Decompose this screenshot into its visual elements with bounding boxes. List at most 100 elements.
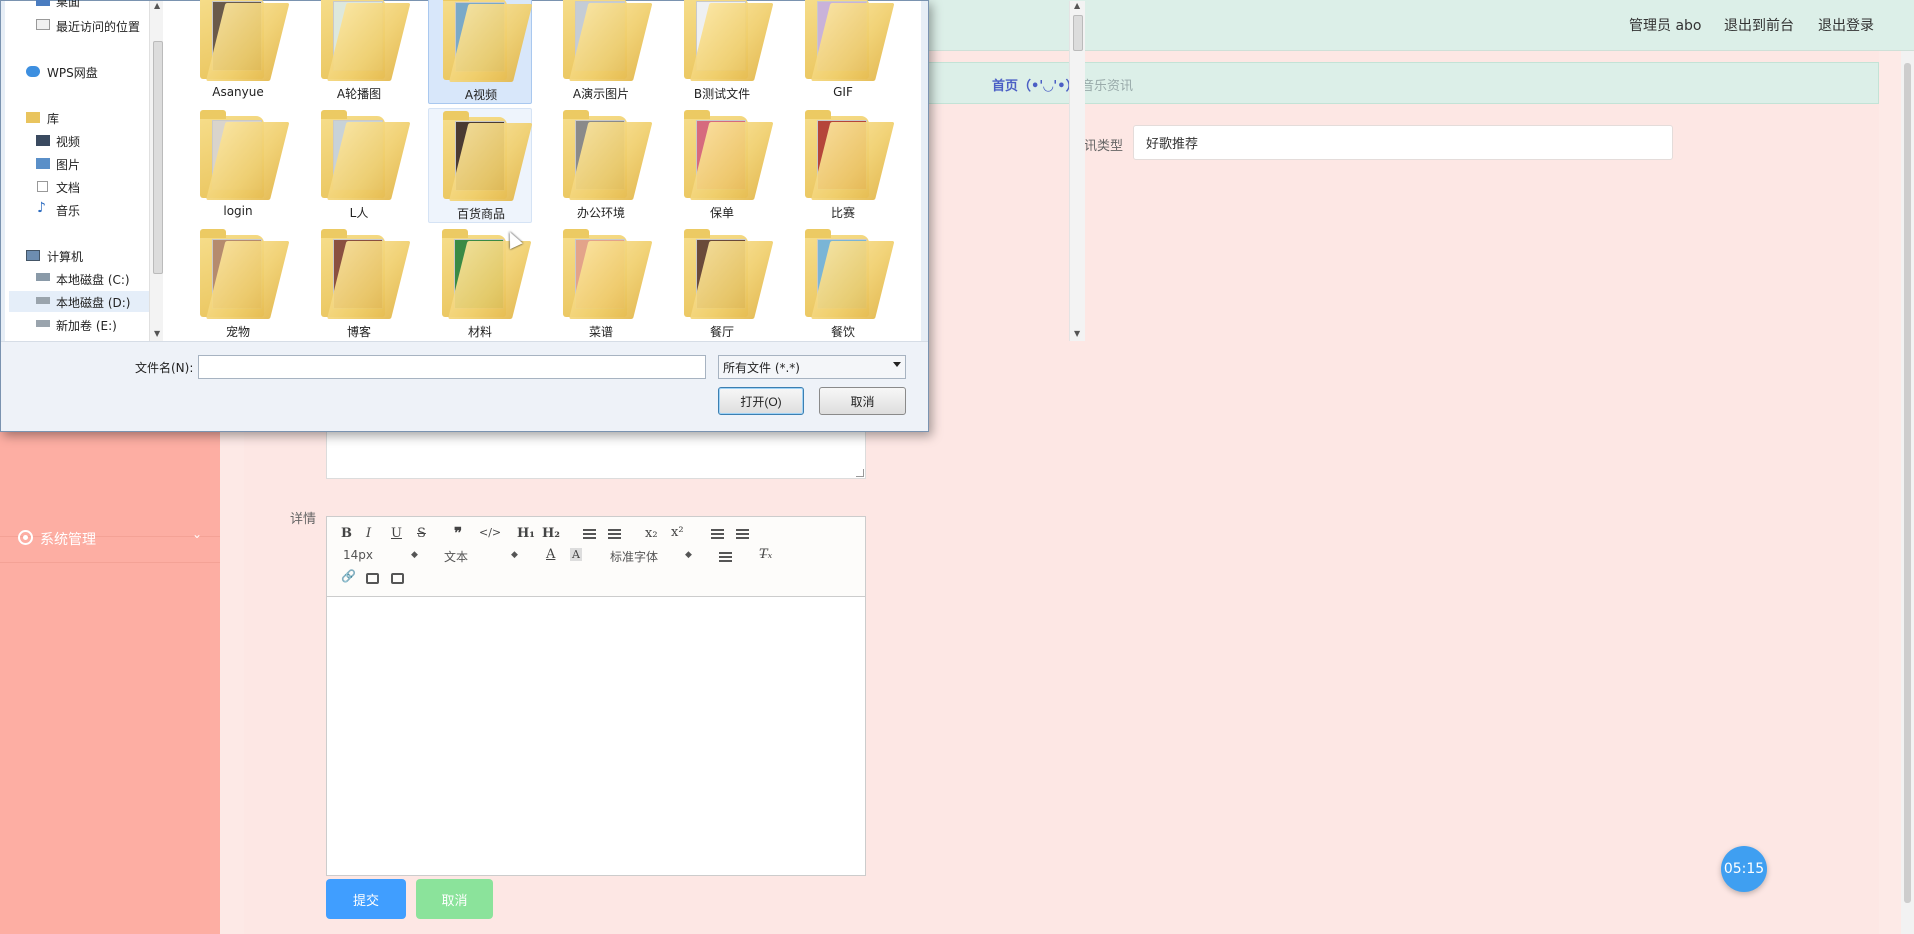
- folder-item[interactable]: 菜谱: [549, 227, 653, 342]
- strike-icon[interactable]: S: [417, 526, 426, 541]
- scroll-up-icon[interactable]: ▲: [1074, 1, 1080, 10]
- nav-item-wps-cloud[interactable]: WPS网盘: [47, 64, 98, 81]
- recent-places-icon: [36, 19, 50, 30]
- type-input[interactable]: 好歌推荐: [1133, 125, 1673, 160]
- bullet-list-icon[interactable]: [608, 529, 621, 539]
- folder-name: 博客: [346, 325, 371, 339]
- folder-item[interactable]: L人: [307, 108, 411, 223]
- file-list-scrollbar[interactable]: ▲ ▼: [1069, 1, 1085, 341]
- pictures-icon: [36, 158, 50, 169]
- italic-icon[interactable]: I: [366, 526, 371, 541]
- detail-label: 详情: [290, 512, 317, 527]
- nav-item-library[interactable]: 库: [47, 110, 59, 127]
- video-icon[interactable]: [391, 573, 404, 584]
- nav-item-recent[interactable]: 最近访问的位置: [56, 18, 140, 35]
- filename-input[interactable]: [198, 355, 706, 379]
- page-scrollbar-thumb[interactable]: [1904, 63, 1911, 903]
- folder-item[interactable]: 百货商品: [428, 108, 533, 223]
- superscript-icon[interactable]: x²: [671, 525, 684, 540]
- scroll-up-icon[interactable]: ▲: [154, 1, 160, 10]
- dialog-cancel-button[interactable]: 取消: [819, 387, 906, 415]
- outdent-icon[interactable]: [711, 529, 724, 539]
- folder-item[interactable]: login: [186, 108, 290, 223]
- nav-item-computer[interactable]: 计算机: [47, 248, 83, 265]
- blockquote-icon[interactable]: ❞: [454, 524, 462, 542]
- nav-item-pictures[interactable]: 图片: [56, 156, 80, 173]
- breadcrumb-current: 音乐资讯: [1081, 79, 1134, 94]
- sidebar-item-system-management[interactable]: 系统管理 ⌄: [0, 511, 220, 563]
- folder-item[interactable]: 比赛: [791, 108, 895, 223]
- timer-badge[interactable]: 05:15: [1721, 846, 1767, 892]
- font-size-caret-icon: ◆: [411, 550, 418, 560]
- navigation-pane: 桌面 最近访问的位置 WPS网盘 库 视频 图片 文档 ♪ 音乐 计算机 本地磁…: [5, 0, 165, 341]
- folder-item[interactable]: 保单: [670, 108, 774, 223]
- sidebar-item-label: 系统管理: [40, 532, 96, 548]
- underline-icon[interactable]: U: [391, 526, 402, 541]
- folder-item[interactable]: 餐饮: [791, 227, 895, 342]
- folder-item[interactable]: B测试文件: [670, 0, 774, 104]
- submit-button[interactable]: 提交: [326, 879, 406, 919]
- gear-icon: [18, 530, 33, 545]
- open-button[interactable]: 打开(O): [718, 387, 804, 415]
- breadcrumb-home[interactable]: 首页（•'◡'•）: [992, 75, 1079, 94]
- folder-item[interactable]: A演示图片: [549, 0, 653, 104]
- subscript-icon[interactable]: x₂: [645, 526, 658, 541]
- block-format-select[interactable]: 文本: [444, 548, 468, 565]
- filename-label: 文件名(N):: [135, 361, 194, 375]
- h1-icon[interactable]: H₁: [517, 526, 535, 541]
- folder-item[interactable]: 宠物: [186, 227, 290, 342]
- scroll-down-icon[interactable]: ▼: [154, 329, 160, 338]
- folder-item[interactable]: A轮播图: [307, 0, 411, 104]
- exit-to-front-link[interactable]: 退出到前台: [1724, 15, 1794, 35]
- folder-name: 办公环境: [576, 206, 625, 220]
- nav-item-music[interactable]: 音乐: [56, 202, 80, 219]
- nav-item-drive-e[interactable]: 新加卷 (E:): [56, 317, 117, 334]
- filetype-select[interactable]: 所有文件 (*.*): [718, 355, 906, 379]
- resize-grip-icon[interactable]: [856, 469, 864, 477]
- nav-item-drive-c[interactable]: 本地磁盘 (C:): [56, 271, 130, 288]
- ordered-list-icon[interactable]: [583, 529, 596, 539]
- folder-item[interactable]: A视频: [428, 0, 533, 104]
- image-icon[interactable]: [366, 573, 379, 584]
- folder-item[interactable]: Asanyue: [186, 0, 290, 104]
- file-list: Asanyue A轮播图 A视频 A演示图片 B测试文件 GIF login L人 百货商品 办公…: [163, 0, 1085, 342]
- folder-item[interactable]: 餐厅: [670, 227, 774, 342]
- nav-scrollbar-thumb[interactable]: [153, 41, 163, 274]
- indent-icon[interactable]: [736, 529, 749, 539]
- filetype-value: 所有文件 (*.*): [723, 360, 800, 375]
- folder-name: 餐饮: [830, 325, 855, 339]
- folder-item[interactable]: 博客: [307, 227, 411, 342]
- folder-name: A轮播图: [336, 87, 382, 101]
- nav-item-drive-d[interactable]: 本地磁盘 (D:): [56, 294, 130, 311]
- folder-name: 菜谱: [588, 325, 613, 339]
- cancel-button[interactable]: 取消: [416, 879, 493, 919]
- h2-icon[interactable]: H₂: [542, 526, 560, 541]
- folder-name: 百货商品: [456, 207, 505, 221]
- video-library-icon: [36, 135, 50, 146]
- font-color-icon[interactable]: A: [546, 547, 555, 562]
- folder-name: 保单: [709, 206, 734, 220]
- code-icon[interactable]: </>: [479, 526, 501, 539]
- align-icon[interactable]: [719, 552, 732, 562]
- admin-user-label: 管理员 abo: [1629, 18, 1702, 34]
- folder-item[interactable]: 办公环境: [549, 108, 653, 223]
- desktop-icon: [36, 0, 50, 6]
- page-scrollbar[interactable]: [1901, 51, 1914, 934]
- font-family-caret-icon: ◆: [685, 550, 692, 560]
- nav-item-desktop[interactable]: 桌面: [56, 0, 80, 10]
- nav-item-documents[interactable]: 文档: [56, 179, 80, 196]
- font-size-select[interactable]: 14px: [343, 548, 373, 562]
- font-family-select[interactable]: 标准字体: [610, 548, 658, 565]
- bold-icon[interactable]: B: [341, 526, 352, 541]
- background-color-icon[interactable]: A: [570, 548, 582, 561]
- link-icon[interactable]: 🔗: [341, 569, 356, 583]
- scroll-down-icon[interactable]: ▼: [1074, 329, 1080, 338]
- computer-icon: [26, 250, 40, 261]
- folder-name: 比赛: [830, 206, 855, 220]
- file-list-scrollbar-thumb[interactable]: [1073, 15, 1083, 51]
- folder-name: A演示图片: [572, 87, 630, 101]
- clear-format-icon[interactable]: T̶ₓ: [759, 547, 772, 562]
- folder-item[interactable]: GIF: [791, 0, 895, 104]
- nav-item-videos[interactable]: 视频: [56, 133, 80, 150]
- logout-link[interactable]: 退出登录: [1818, 15, 1874, 35]
